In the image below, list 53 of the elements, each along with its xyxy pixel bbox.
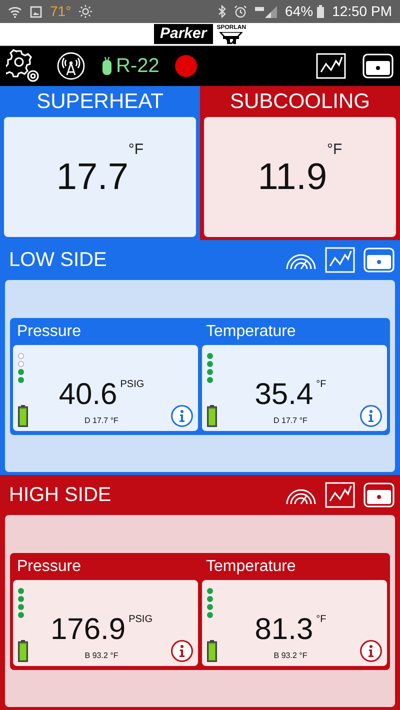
reference-text: B 93.2 °F	[84, 650, 118, 662]
reading-value: 35.4	[254, 379, 314, 411]
signal-icon	[255, 6, 278, 18]
reading-value: 17.7	[56, 155, 128, 200]
reading-value: 40.6	[58, 379, 118, 411]
battery-icon	[207, 405, 217, 427]
info-button[interactable]	[360, 405, 382, 427]
panel-title: SUPERHEAT	[36, 90, 164, 114]
unit-label: PSIG	[120, 378, 144, 392]
battery-icon	[18, 640, 28, 662]
battery-percent: 64%	[285, 2, 314, 21]
antenna-button[interactable]	[56, 51, 86, 81]
section-title: LOW SIDE	[8, 248, 108, 273]
unit-label: °F	[128, 140, 144, 160]
cylinder-icon	[102, 57, 112, 75]
settings-button[interactable]	[6, 49, 40, 83]
reference-text: D 17.7 °F	[274, 415, 308, 427]
sensor-label: Pressure	[16, 557, 82, 577]
card-view-button[interactable]	[363, 482, 395, 508]
unit-label: °F	[316, 613, 326, 627]
bluetooth-icon	[218, 5, 226, 18]
battery-icon	[317, 5, 324, 18]
card-view-button[interactable]	[362, 53, 394, 79]
unit-label: °F	[316, 378, 326, 392]
sensor-label: Pressure	[16, 322, 82, 342]
panel-title: SUBCOOLING	[228, 90, 372, 114]
chart-button[interactable]	[325, 482, 355, 508]
reference-text: B 93.2 °F	[274, 650, 308, 662]
sun-icon	[79, 5, 92, 18]
unit-label: °F	[327, 140, 342, 160]
reference-text: D 17.7 °F	[84, 415, 118, 427]
reading-value: 176.9	[50, 614, 126, 646]
refrigerant-label[interactable]: R-22	[116, 51, 160, 81]
wifi-icon	[8, 6, 22, 18]
battery-icon	[207, 640, 217, 662]
record-indicator[interactable]	[175, 55, 198, 77]
info-button[interactable]	[171, 405, 193, 427]
section-title: HIGH SIDE	[8, 483, 112, 508]
brand-logo: Parker	[154, 24, 213, 44]
sensor-label: Temperature	[205, 557, 297, 577]
logo-mark-icon	[218, 32, 244, 44]
unit-label: PSIG	[128, 613, 152, 627]
battery-icon	[18, 405, 28, 427]
alarm-icon	[234, 5, 248, 18]
sensor-label: Temperature	[205, 322, 297, 342]
chart-button[interactable]	[316, 53, 346, 79]
temperature-text: 71°	[50, 2, 72, 21]
clock-text: 12:50 PM	[332, 2, 392, 21]
image-icon	[30, 6, 42, 18]
reading-value: 11.9	[258, 155, 328, 200]
info-button[interactable]	[360, 640, 382, 662]
info-button[interactable]	[171, 640, 193, 662]
reading-value: 81.3	[254, 614, 314, 646]
